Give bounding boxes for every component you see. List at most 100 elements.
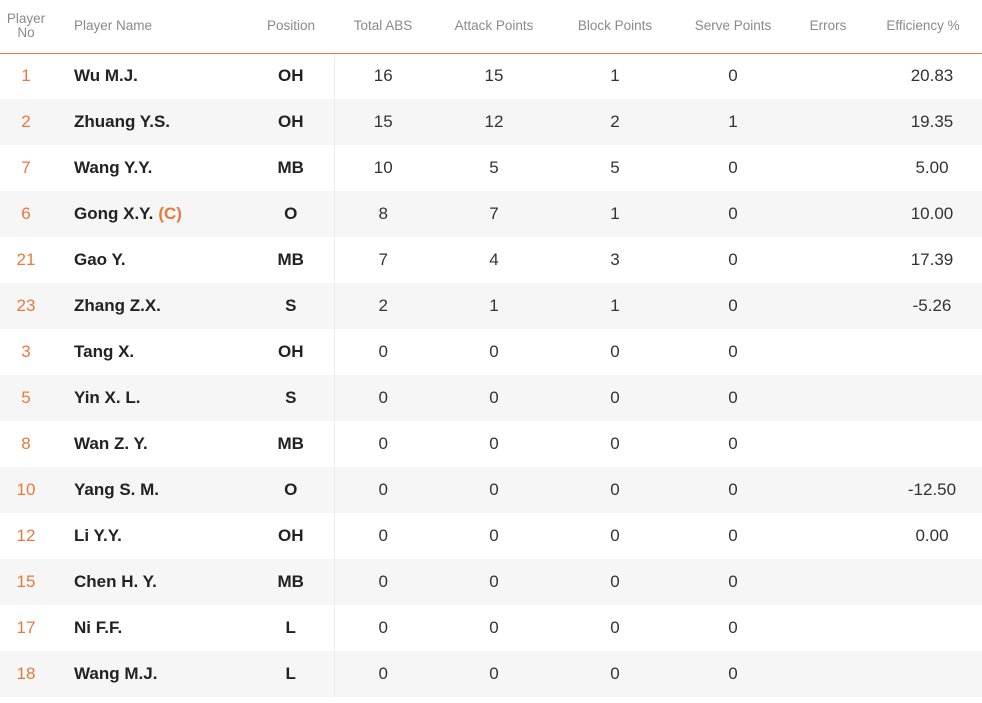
efficiency-value bbox=[864, 559, 982, 605]
header-total-abs[interactable]: Total ABS bbox=[334, 0, 432, 54]
efficiency-value: 5.00 bbox=[915, 158, 949, 177]
player-name-cell: Li Y.Y. bbox=[52, 513, 248, 559]
player-name-cell: Ni F.F. bbox=[52, 605, 248, 651]
player-number: 23 bbox=[16, 296, 36, 315]
total-abs-value: 16 bbox=[373, 66, 393, 86]
player-number: 1 bbox=[21, 66, 31, 86]
efficiency-value bbox=[864, 651, 982, 697]
serve-points-value: 0 bbox=[728, 618, 738, 637]
header-efficiency[interactable]: Efficiency % bbox=[864, 0, 982, 54]
efficiency-value: 17.39 bbox=[910, 250, 954, 269]
serve-points-value: 0 bbox=[728, 158, 738, 177]
player-name[interactable]: Ni F.F. bbox=[74, 618, 122, 637]
block-points-value: 0 bbox=[610, 342, 620, 361]
player-position: OH bbox=[248, 329, 335, 375]
table-row: 6 Gong X.Y. (C) O 8 7 1 0 10.00 bbox=[0, 191, 982, 237]
block-points-value: 5 bbox=[610, 158, 620, 177]
block-points-value: 1 bbox=[610, 296, 620, 315]
total-abs-value: 10 bbox=[373, 158, 393, 177]
serve-points-value: 0 bbox=[728, 204, 738, 223]
total-abs-value: 0 bbox=[378, 664, 388, 683]
player-name-cell: Wang Y.Y. bbox=[52, 145, 248, 191]
errors-value bbox=[792, 145, 864, 191]
efficiency-value bbox=[864, 605, 982, 651]
table-row: 8 Wan Z. Y. MB 0 0 0 0 bbox=[0, 421, 982, 467]
attack-points-value: 0 bbox=[489, 434, 499, 453]
header-player-name[interactable]: Player Name bbox=[52, 0, 248, 54]
player-position: S bbox=[248, 375, 335, 421]
player-name[interactable]: Wang Y.Y. bbox=[74, 158, 152, 177]
table-row: 18 Wang M.J. L 0 0 0 0 bbox=[0, 651, 982, 697]
player-number: 18 bbox=[16, 664, 36, 683]
player-number: 7 bbox=[21, 158, 31, 177]
efficiency-value: 20.83 bbox=[910, 66, 954, 86]
block-points-value: 0 bbox=[610, 664, 620, 683]
player-name[interactable]: Wu M.J. bbox=[74, 66, 138, 85]
errors-value bbox=[792, 467, 864, 513]
attack-points-value: 0 bbox=[489, 388, 499, 407]
errors-value bbox=[792, 513, 864, 559]
player-number: 12 bbox=[16, 526, 36, 545]
header-serve-points[interactable]: Serve Points bbox=[674, 0, 792, 54]
player-name[interactable]: Tang X. bbox=[74, 342, 134, 361]
errors-value bbox=[792, 283, 864, 329]
player-name-cell: Tang X. bbox=[52, 329, 248, 375]
serve-points-value: 0 bbox=[728, 296, 738, 315]
player-name[interactable]: Yang S. M. bbox=[74, 480, 159, 499]
serve-points-value: 0 bbox=[728, 250, 738, 269]
errors-value bbox=[792, 421, 864, 467]
attack-points-value: 4 bbox=[489, 250, 499, 269]
serve-points-value: 0 bbox=[728, 480, 738, 499]
captain-badge: (C) bbox=[158, 204, 182, 223]
player-name-cell: Zhuang Y.S. bbox=[52, 99, 248, 145]
header-attack-points[interactable]: Attack Points bbox=[432, 0, 556, 54]
player-position: L bbox=[248, 605, 335, 651]
attack-points-value: 7 bbox=[489, 204, 499, 223]
player-name[interactable]: Wan Z. Y. bbox=[74, 434, 148, 453]
total-abs-value: 0 bbox=[378, 434, 388, 453]
block-points-value: 0 bbox=[610, 618, 620, 637]
player-name[interactable]: Gong X.Y. bbox=[74, 204, 153, 223]
table-row: 10 Yang S. M. O 0 0 0 0 -12.50 bbox=[0, 467, 982, 513]
efficiency-value bbox=[864, 375, 982, 421]
player-name-cell: Chen H. Y. bbox=[52, 559, 248, 605]
attack-points-value: 0 bbox=[489, 618, 499, 637]
block-points-value: 0 bbox=[610, 434, 620, 453]
player-name[interactable]: Li Y.Y. bbox=[74, 526, 122, 545]
player-name[interactable]: Gao Y. bbox=[74, 250, 126, 269]
serve-points-value: 0 bbox=[728, 434, 738, 453]
player-name[interactable]: Chen H. Y. bbox=[74, 572, 157, 591]
efficiency-value: 10.00 bbox=[910, 204, 954, 223]
serve-points-value: 0 bbox=[728, 664, 738, 683]
player-name-cell: Gao Y. bbox=[52, 237, 248, 283]
errors-value bbox=[792, 605, 864, 651]
player-name[interactable]: Zhang Z.X. bbox=[74, 296, 161, 315]
table-row: 15 Chen H. Y. MB 0 0 0 0 bbox=[0, 559, 982, 605]
player-name[interactable]: Wang M.J. bbox=[74, 664, 157, 683]
block-points-value: 1 bbox=[610, 204, 620, 223]
table-row: 21 Gao Y. MB 7 4 3 0 17.39 bbox=[0, 237, 982, 283]
player-name[interactable]: Yin X. L. bbox=[74, 388, 140, 407]
player-position: O bbox=[248, 191, 335, 237]
player-position: OH bbox=[248, 53, 335, 99]
total-abs-value: 0 bbox=[378, 388, 388, 407]
header-player-no[interactable]: Player No bbox=[0, 0, 52, 54]
efficiency-value bbox=[864, 329, 982, 375]
total-abs-value: 15 bbox=[373, 112, 393, 131]
serve-points-value: 0 bbox=[728, 526, 738, 545]
total-abs-value: 0 bbox=[378, 342, 388, 361]
block-points-value: 1 bbox=[610, 66, 620, 86]
header-block-points[interactable]: Block Points bbox=[556, 0, 674, 54]
attack-points-value: 0 bbox=[489, 526, 499, 545]
attack-points-value: 0 bbox=[489, 342, 499, 361]
header-position[interactable]: Position bbox=[248, 0, 334, 54]
header-row: Player No Player Name Position Total ABS… bbox=[0, 0, 982, 54]
player-name[interactable]: Zhuang Y.S. bbox=[74, 112, 170, 131]
player-position: O bbox=[248, 467, 335, 513]
serve-points-value: 0 bbox=[728, 66, 738, 86]
header-errors[interactable]: Errors bbox=[792, 0, 864, 54]
player-number: 15 bbox=[16, 572, 36, 591]
player-position: L bbox=[248, 651, 335, 697]
block-points-value: 0 bbox=[610, 388, 620, 407]
player-name-cell: Yang S. M. bbox=[52, 467, 248, 513]
